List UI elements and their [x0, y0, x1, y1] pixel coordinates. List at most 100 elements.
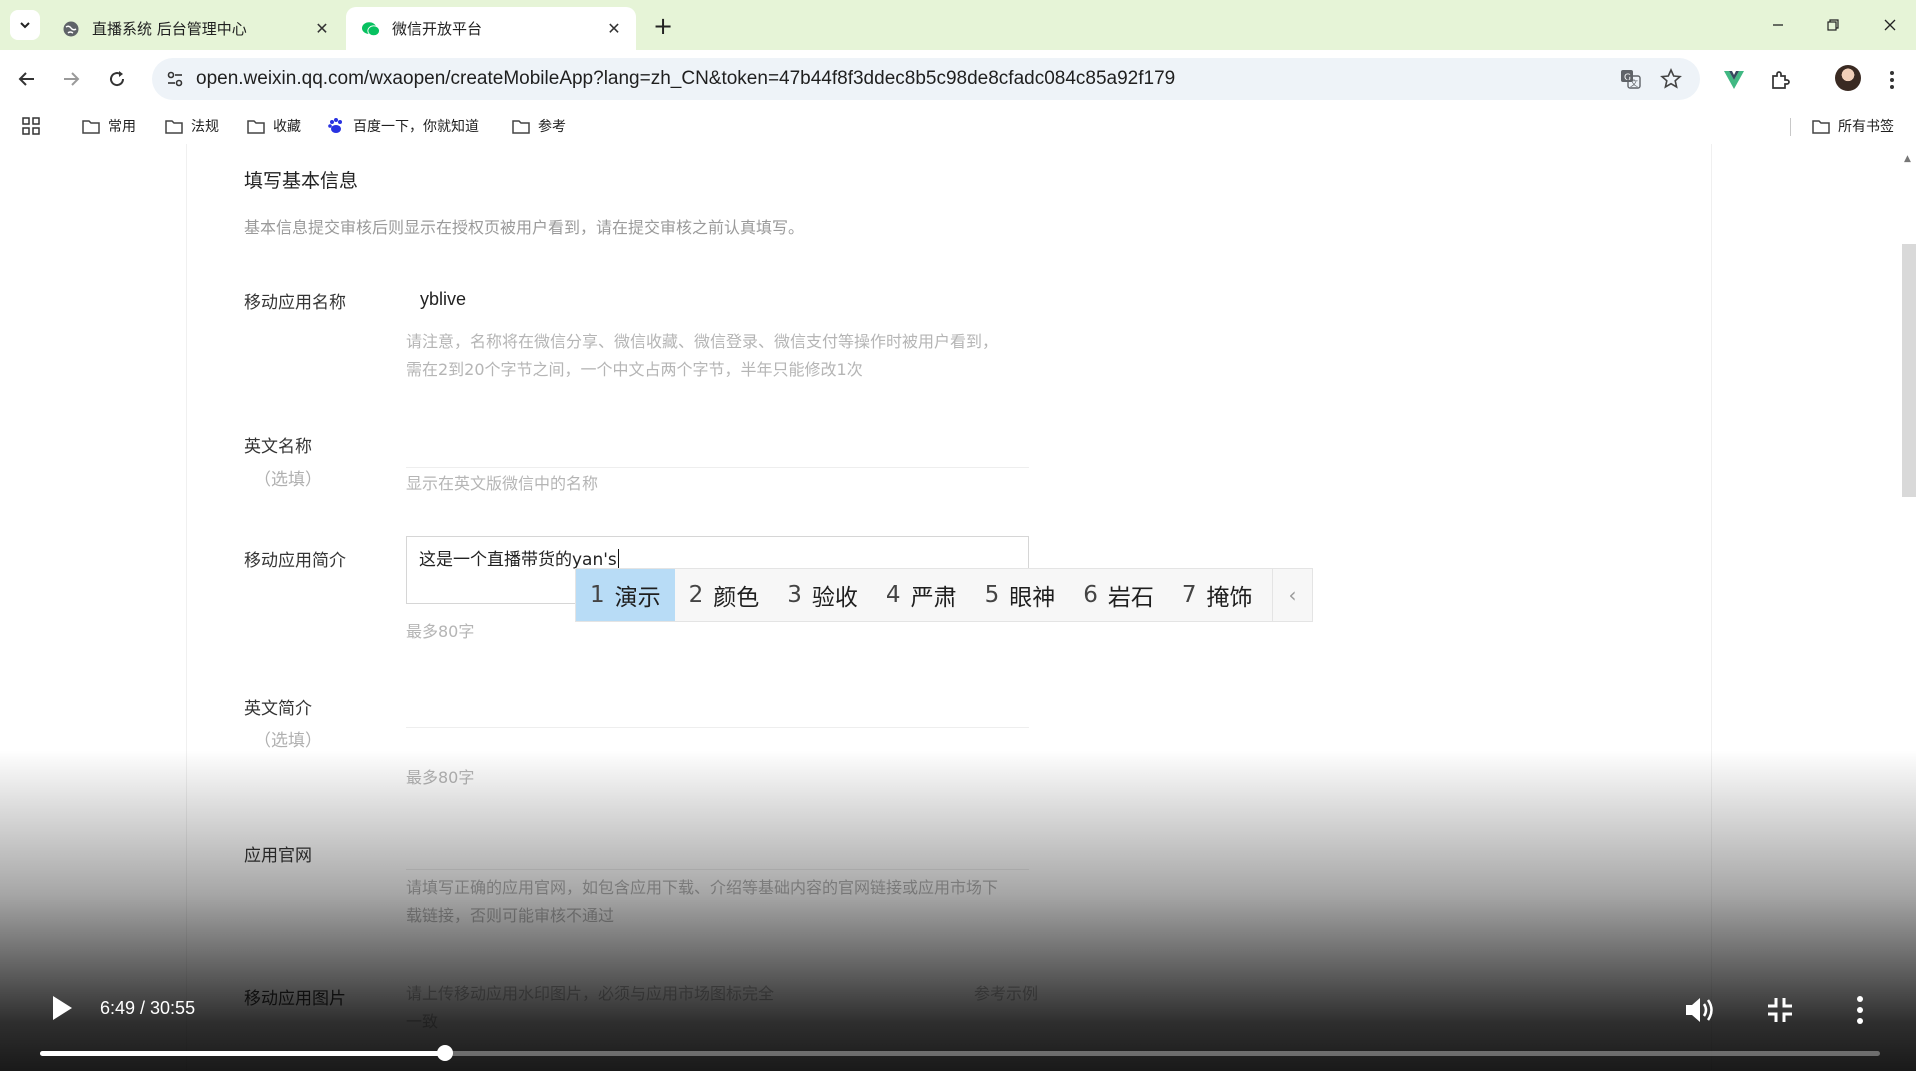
ime-candidate-1[interactable]: 1 演示: [576, 569, 675, 621]
bookmark-baidu[interactable]: 百度一下，你就知道: [327, 115, 479, 137]
page-scrollbar-thumb[interactable]: [1902, 244, 1916, 497]
ime-candidate-7[interactable]: 7 掩饰: [1168, 569, 1267, 621]
minimize-icon: [1773, 24, 1783, 26]
address-bar[interactable]: open.weixin.qq.com/wxaopen/createMobileA…: [152, 58, 1700, 100]
bookmark-label: 收藏: [273, 119, 301, 135]
translate-icon[interactable]: G文: [1618, 66, 1644, 92]
section-title: 填写基本信息: [244, 170, 359, 192]
bookmark-label: 百度一下，你就知道: [353, 119, 479, 135]
reload-icon: [110, 71, 125, 87]
website-input[interactable]: [406, 830, 1029, 870]
bookmark-folder-cankao[interactable]: 参考: [512, 115, 566, 137]
video-progress-fill: [40, 1051, 445, 1056]
website-tip-1: 请填写正确的应用官网，如包含应用下载、介绍等基础内容的官网链接或应用市场下: [406, 878, 999, 897]
app-intro-label: 移动应用简介: [244, 551, 346, 571]
app-name-label: 移动应用名称: [244, 293, 346, 313]
restore-button[interactable]: [1815, 10, 1851, 40]
browser-menu-icon[interactable]: [1878, 66, 1906, 94]
extensions-icon[interactable]: [1766, 66, 1794, 94]
ime-candidate-2[interactable]: 2 颜色: [675, 569, 774, 621]
app-name-tip-2: 需在2到20个字节之间，一个中文占两个字节，半年只能修改1次: [406, 360, 863, 379]
ime-candidate-6[interactable]: 6 岩石: [1069, 569, 1168, 621]
close-icon[interactable]: ✕: [602, 17, 626, 41]
forward-button[interactable]: [56, 64, 86, 94]
svg-text:文: 文: [1630, 78, 1638, 88]
tab-title: 直播系统 后台管理中心: [92, 20, 247, 38]
folder-icon: [1812, 119, 1830, 134]
chevron-left-icon: ‹: [1288, 583, 1297, 607]
english-intro-tip: 最多80字: [406, 768, 475, 787]
ime-prev-page-button[interactable]: ‹: [1272, 569, 1312, 621]
apps-grid-icon: [22, 117, 40, 135]
reload-button[interactable]: [102, 64, 132, 94]
tab-title: 微信开放平台: [392, 20, 483, 38]
app-name-value: yblive: [420, 289, 467, 309]
app-name-tip-1: 请注意，名称将在微信分享、微信收藏、微信登录、微信支付等操作时被用户看到，: [406, 332, 999, 351]
tab-live-admin[interactable]: 直播系统 后台管理中心 ✕: [46, 7, 344, 50]
chevron-down-icon: [20, 22, 30, 29]
exit-fullscreen-icon: [1768, 998, 1792, 1022]
volume-button[interactable]: [1680, 990, 1720, 1030]
url-text[interactable]: open.weixin.qq.com/wxaopen/createMobileA…: [196, 68, 1175, 90]
all-bookmarks-button[interactable]: 所有书签: [1812, 115, 1894, 137]
more-vertical-icon: [1857, 996, 1863, 1024]
english-intro-label: 英文简介: [244, 699, 312, 719]
english-intro-optional: （选填）: [254, 731, 322, 751]
plus-icon: +: [652, 12, 674, 40]
close-icon: [1884, 19, 1896, 31]
website-tip-2: 载链接，否则可能审核不通过: [406, 906, 615, 925]
apps-button[interactable]: [22, 115, 40, 137]
restore-icon: [1827, 19, 1839, 31]
globe-icon: [62, 20, 80, 38]
app-intro-tip: 最多80字: [406, 622, 475, 641]
arrow-right-icon: [64, 72, 80, 86]
all-bookmarks-label: 所有书签: [1838, 119, 1894, 135]
minimize-button[interactable]: [1760, 10, 1796, 40]
arrow-left-icon: [18, 72, 34, 86]
folder-icon: [82, 119, 100, 134]
profile-avatar[interactable]: [1835, 65, 1861, 91]
bookmark-folder-shoucang[interactable]: 收藏: [247, 115, 301, 137]
bookmarks-bar: 常用 法规 收藏 百度一下，你就知道 参考 所有书签: [0, 108, 1916, 144]
time-display: 6:49 / 30:55: [100, 998, 196, 1018]
english-name-label: 英文名称: [244, 437, 312, 457]
site-info-icon[interactable]: [162, 66, 188, 92]
page-content: 填写基本信息 基本信息提交审核后则显示在授权页被用户看到，请在提交审核之前认真填…: [0, 144, 1916, 1071]
english-intro-input[interactable]: [406, 688, 1029, 728]
bookmark-folder-changyong[interactable]: 常用: [82, 115, 136, 137]
play-button[interactable]: [44, 990, 80, 1026]
app-intro-typed-text: 这是一个直播带货的yan's: [419, 549, 619, 570]
ime-candidate-5[interactable]: 5 眼神: [971, 569, 1070, 621]
text-caret: [617, 549, 619, 569]
vue-devtools-icon[interactable]: [1720, 66, 1748, 94]
more-options-button[interactable]: [1840, 990, 1880, 1030]
tab-strip: 直播系统 后台管理中心 ✕ 微信开放平台 ✕ +: [0, 0, 1916, 50]
tab-wechat-open-platform[interactable]: 微信开放平台 ✕: [346, 7, 636, 50]
back-button[interactable]: [12, 64, 42, 94]
ime-candidate-bar: 1 演示 2 颜色 3 验收 4 严肃 5 眼神 6 岩石 7 掩饰 ‹: [575, 568, 1313, 622]
play-icon: [53, 996, 72, 1020]
ime-candidate-4[interactable]: 4 严肃: [872, 569, 971, 621]
bookmark-label: 参考: [538, 119, 566, 135]
video-progress-bar[interactable]: [40, 1045, 1880, 1061]
tab-search-button[interactable]: [10, 10, 40, 40]
bookmark-folder-fagui[interactable]: 法规: [165, 115, 219, 137]
new-tab-button[interactable]: +: [648, 11, 678, 41]
english-name-input[interactable]: [406, 428, 1029, 468]
star-icon[interactable]: [1658, 66, 1684, 92]
video-progress-thumb[interactable]: [436, 1045, 453, 1061]
exit-fullscreen-button[interactable]: [1760, 990, 1800, 1030]
ime-candidate-3[interactable]: 3 验收: [773, 569, 872, 621]
baidu-paw-icon: [327, 117, 345, 135]
close-window-button[interactable]: [1872, 10, 1908, 40]
close-icon[interactable]: ✕: [310, 17, 334, 41]
scroll-up-icon[interactable]: ▲: [1904, 154, 1911, 164]
section-description: 基本信息提交审核后则显示在授权页被用户看到，请在提交审核之前认真填写。: [244, 218, 805, 237]
english-name-tip: 显示在英文版微信中的名称: [406, 474, 599, 493]
bookmark-label: 常用: [108, 119, 136, 135]
wechat-icon: [362, 20, 380, 38]
browser-toolbar: open.weixin.qq.com/wxaopen/createMobileA…: [0, 50, 1916, 108]
folder-icon: [247, 119, 265, 134]
english-name-optional: （选填）: [254, 470, 322, 490]
bookmark-label: 法规: [191, 119, 219, 135]
